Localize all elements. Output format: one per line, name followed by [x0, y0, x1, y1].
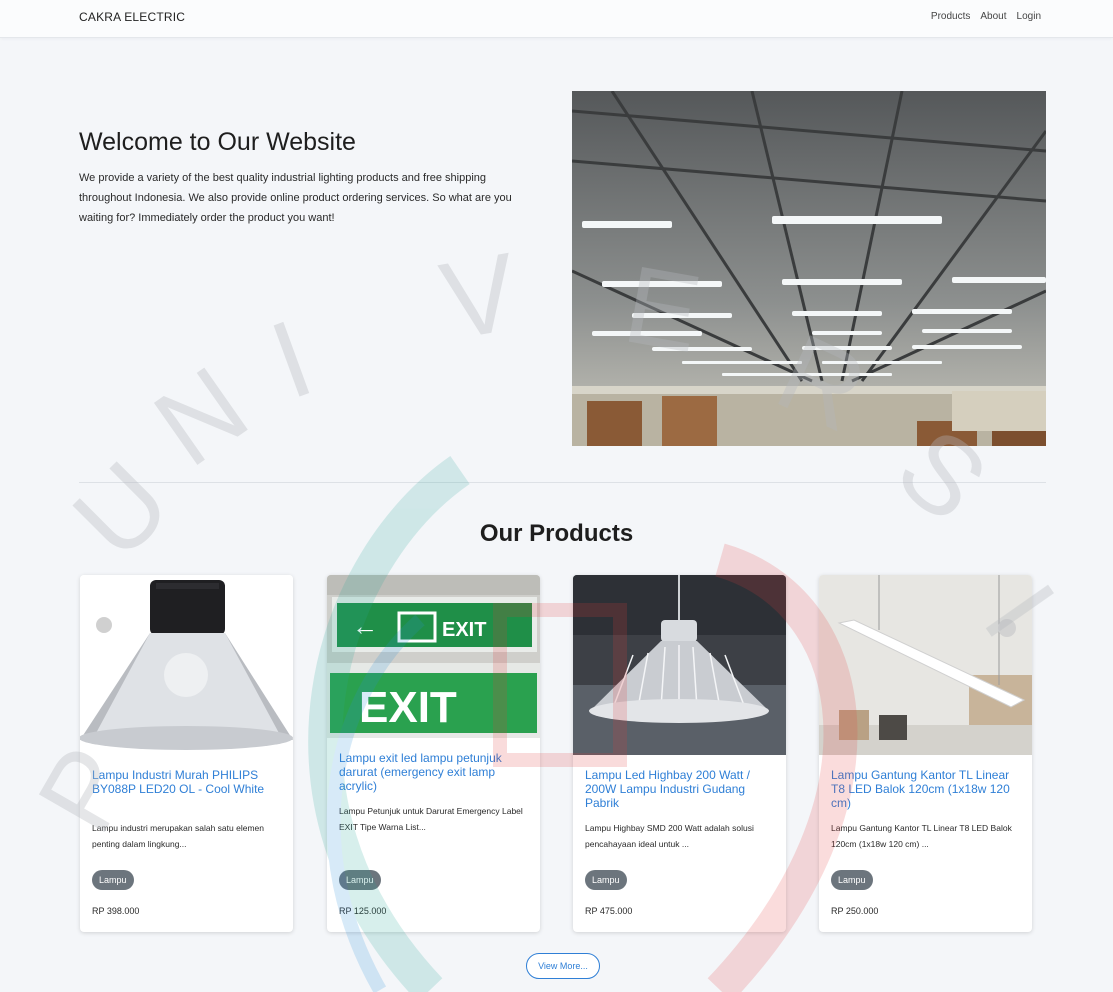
- brand-logo[interactable]: CAKRA ELECTRIC: [79, 10, 185, 24]
- product-image-industrial-lamp[interactable]: [80, 575, 293, 755]
- product-description: Lampu Petunjuk untuk Darurat Emergency L…: [339, 806, 523, 832]
- watermark-letter: I: [256, 297, 327, 423]
- watermark-letter: N: [133, 343, 269, 489]
- product-title[interactable]: Lampu Led Highbay 200 Watt / 200W Lampu …: [585, 768, 777, 810]
- products-section-title: Our Products: [479, 520, 634, 547]
- product-price: RP 250.000: [831, 906, 879, 916]
- linear-pendant-lamp-illustration: [819, 575, 1032, 755]
- category-badge: Lampu: [585, 870, 627, 890]
- category-badge: Lampu: [339, 870, 381, 890]
- product-card[interactable]: ← EXIT EXIT Lampu exit led lampu petunju…: [327, 575, 540, 932]
- product-card[interactable]: Lampu Industri Murah PHILIPS BY088P LED2…: [80, 575, 293, 932]
- nav-link-about[interactable]: About: [980, 11, 1006, 22]
- product-card[interactable]: Lampu Led Highbay 200 Watt / 200W Lampu …: [573, 575, 786, 932]
- product-price: RP 398.000: [92, 906, 140, 916]
- nav-links: Products About Login: [931, 11, 1041, 22]
- nav-link-login[interactable]: Login: [1017, 11, 1041, 22]
- exit-sign-text-small: EXIT: [442, 619, 486, 641]
- product-price: RP 475.000: [585, 906, 633, 916]
- watermark-letter: U: [50, 439, 193, 582]
- navbar: CAKRA ELECTRIC Products About Login: [0, 0, 1113, 38]
- product-title[interactable]: Lampu Industri Murah PHILIPS BY088P LED2…: [92, 768, 284, 796]
- product-card[interactable]: Lampu Gantung Kantor TL Linear T8 LED Ba…: [819, 575, 1032, 932]
- hero-title: Welcome to Our Website: [79, 128, 356, 156]
- product-image-linear-pendant-lamp[interactable]: [819, 575, 1032, 755]
- view-more-button[interactable]: View More...: [526, 953, 600, 979]
- category-badge: Lampu: [831, 870, 873, 890]
- product-image-highbay-lamp[interactable]: [573, 575, 786, 755]
- exit-sign-text-large: EXIT: [359, 683, 457, 732]
- hero-description: We provide a variety of the best quality…: [79, 172, 512, 224]
- section-divider: [79, 482, 1046, 483]
- product-description: Lampu industri merupakan salah satu elem…: [92, 823, 264, 849]
- product-price: RP 125.000: [339, 906, 387, 916]
- warehouse-ceiling-illustration: [572, 91, 1046, 446]
- svg-text:←: ←: [352, 611, 378, 641]
- highbay-lamp-illustration: [573, 575, 786, 755]
- watermark-letter: V: [433, 230, 527, 364]
- product-description: Lampu Highbay SMD 200 Watt adalah solusi…: [585, 823, 754, 849]
- industrial-lamp-illustration: [80, 575, 293, 755]
- hero-warehouse-image: [572, 91, 1046, 446]
- nav-link-products[interactable]: Products: [931, 11, 970, 22]
- product-description: Lampu Gantung Kantor TL Linear T8 LED Ba…: [831, 823, 1012, 849]
- product-title[interactable]: Lampu exit led lampu petunjuk darurat (e…: [339, 751, 531, 793]
- product-image-exit-sign[interactable]: ← EXIT EXIT: [327, 575, 540, 738]
- category-badge: Lampu: [92, 870, 134, 890]
- product-title[interactable]: Lampu Gantung Kantor TL Linear T8 LED Ba…: [831, 768, 1023, 810]
- exit-sign-illustration: ← EXIT EXIT: [327, 575, 540, 738]
